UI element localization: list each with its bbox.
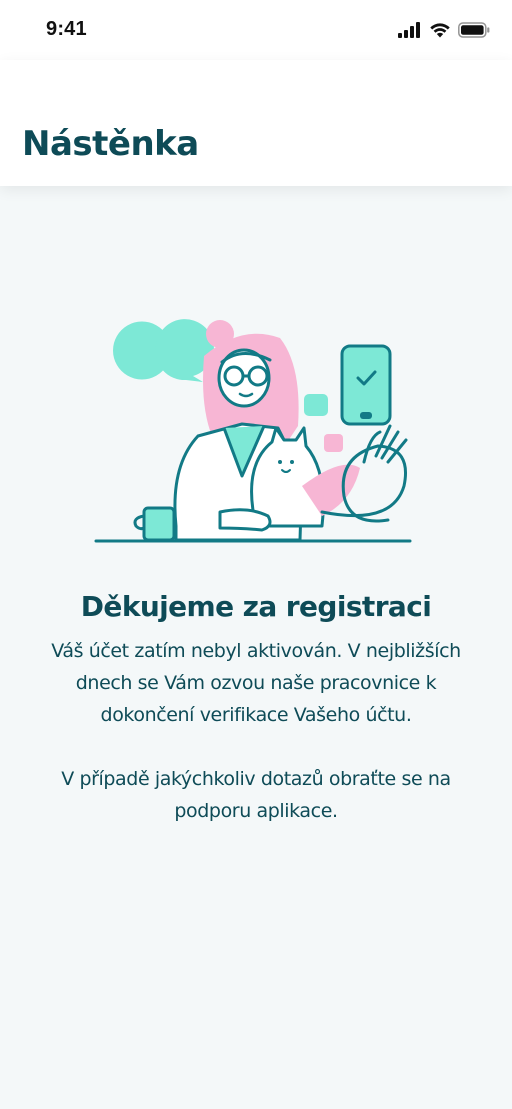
activation-message: Váš účet zatím nebyl aktivován. V nejbli… (51, 640, 461, 726)
status-time: 9:41 (46, 18, 87, 40)
registration-headline: Děkujeme za registraci (80, 590, 432, 623)
page-title: Nástěnka (22, 124, 199, 164)
status-bar: 9:41 (0, 0, 512, 60)
support-message: V případě jakýchkoliv dotazů obraťte se … (61, 768, 451, 822)
doctor-with-cat-and-phone-illustration (94, 319, 412, 543)
main-content: Děkujeme za registraci Váš účet zatím ne… (0, 585, 512, 827)
battery-icon (458, 22, 490, 38)
header: Nástěnka (0, 60, 512, 186)
wifi-icon (430, 23, 450, 38)
signal-icon (398, 22, 420, 38)
status-icons (398, 22, 490, 38)
